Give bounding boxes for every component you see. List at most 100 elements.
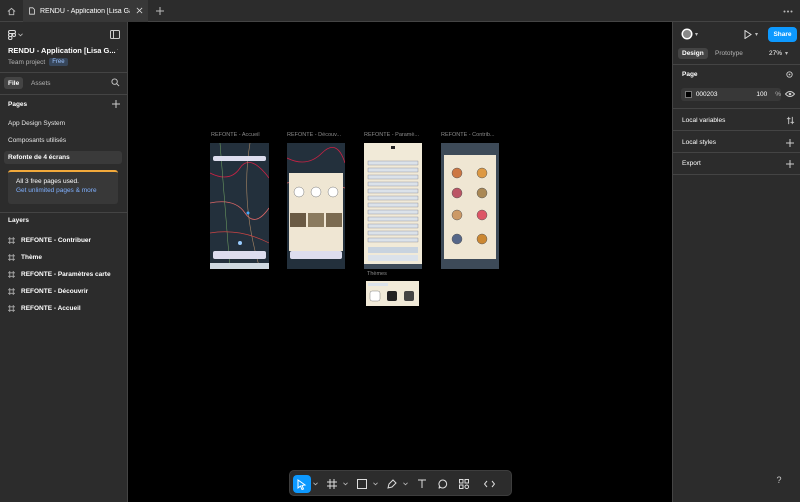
question-icon: ? <box>776 475 782 485</box>
pages-heading: Pages <box>8 101 28 108</box>
chevron-down-icon[interactable] <box>313 481 318 486</box>
comment-tool-button[interactable] <box>434 475 452 493</box>
page-color-field[interactable]: 000203 100 % <box>681 88 781 101</box>
chevron-down-icon[interactable] <box>343 481 348 486</box>
chevron-down-icon[interactable] <box>403 481 408 486</box>
share-button[interactable]: Share <box>768 27 797 42</box>
avatar-button[interactable]: ▾ <box>681 28 698 40</box>
title-bar: RENDU - Application [Lisa Gadea] <box>0 0 800 22</box>
project-title[interactable]: RENDU - Application [Lisa G... ▾ <box>8 46 118 55</box>
dev-mode-toggle[interactable] <box>480 475 498 493</box>
components-icon <box>459 479 469 489</box>
team-info: Team project Free <box>8 58 68 66</box>
tab-assets[interactable]: Assets <box>31 77 51 89</box>
contribute-thumbnail <box>441 143 499 269</box>
plus-icon <box>786 160 794 168</box>
variables-icon[interactable] <box>786 116 795 127</box>
main-menu-button[interactable] <box>8 30 23 40</box>
divider <box>673 64 800 65</box>
canvas[interactable]: REFONTE - Accueil REFONTE - Découv... RE… <box>129 22 672 502</box>
layer-item[interactable]: REFONTE - Découvrir <box>8 285 88 297</box>
add-export-button[interactable] <box>785 159 795 169</box>
layer-item[interactable]: REFONTE - Paramètres carte <box>8 268 111 280</box>
divider <box>673 130 800 131</box>
frame-icon <box>8 304 15 312</box>
sidebar-toggle-icon[interactable] <box>110 30 120 41</box>
frame-icon <box>327 479 337 489</box>
plus-icon <box>786 139 794 147</box>
frame-icon <box>8 253 15 261</box>
tab-design[interactable]: Design <box>678 48 708 59</box>
help-button[interactable]: ? <box>773 473 785 487</box>
file-tab[interactable]: RENDU - Application [Lisa Gadea] <box>23 0 148 22</box>
left-panel: RENDU - Application [Lisa G... ▾ Team pr… <box>0 22 128 502</box>
divider <box>0 72 128 73</box>
file-icon <box>29 7 35 15</box>
layer-item[interactable]: REFONTE - Accueil <box>8 302 81 314</box>
avatar <box>681 28 693 40</box>
frame-themes[interactable] <box>366 281 419 306</box>
frame-label[interactable]: REFONTE - Découv... <box>287 132 341 138</box>
text-tool-button[interactable] <box>413 475 431 493</box>
tab-title: RENDU - Application [Lisa Gadea] <box>40 7 130 15</box>
eye-icon[interactable] <box>784 90 796 100</box>
divider <box>0 212 128 213</box>
frame-parametres[interactable] <box>364 143 422 269</box>
layer-item[interactable]: Thème <box>8 251 42 263</box>
frame-label[interactable]: REFONTE - Contrib... <box>441 132 494 138</box>
map-thumbnail <box>210 143 269 269</box>
frame-tool-button[interactable] <box>323 475 341 493</box>
zoom-dropdown[interactable]: 27% ▾ <box>769 48 788 59</box>
plus-icon[interactable] <box>155 6 165 16</box>
color-swatch[interactable] <box>685 91 692 98</box>
frame-label[interactable]: REFONTE - Paramè... <box>364 132 419 138</box>
more-icon[interactable] <box>782 6 794 16</box>
move-tool-button[interactable] <box>293 475 311 493</box>
upsell-text: All 3 free pages used. <box>16 178 79 185</box>
divider <box>673 174 800 175</box>
color-opacity[interactable]: 100 <box>754 91 767 98</box>
home-button[interactable] <box>0 0 22 22</box>
export-heading[interactable]: Export <box>682 160 701 167</box>
search-icon[interactable] <box>111 78 120 89</box>
divider <box>673 108 800 109</box>
home-icon <box>7 7 15 15</box>
close-icon[interactable] <box>135 6 144 15</box>
figma-logo-icon <box>8 30 16 40</box>
frame-contribuer[interactable] <box>441 143 499 269</box>
layer-label: REFONTE - Accueil <box>21 304 81 312</box>
frame-label[interactable]: REFONTE - Accueil <box>211 132 260 138</box>
right-panel: ▾ ▾ Share Design Prototype 27% ▾ Page 00… <box>672 22 800 502</box>
upsell-link[interactable]: Get unlimited pages & more <box>16 187 110 194</box>
page-item[interactable]: App Design System <box>4 117 122 130</box>
tab-prototype[interactable]: Prototype <box>715 48 743 59</box>
page-settings-icon[interactable] <box>785 70 794 81</box>
frame-icon <box>8 270 15 278</box>
local-variables[interactable]: Local variables <box>682 117 725 124</box>
settings-thumbnail <box>364 143 422 269</box>
frame-label[interactable]: Thèmes <box>367 271 387 277</box>
page-item-active[interactable]: Refonte de 4 écrans <box>4 151 122 164</box>
components-button[interactable] <box>455 475 473 493</box>
zoom-level: 27% <box>769 50 783 57</box>
layer-label: REFONTE - Découvrir <box>21 287 89 295</box>
page-item[interactable]: Composants utilisés <box>4 134 122 147</box>
shape-tool-button[interactable] <box>353 475 371 493</box>
add-style-button[interactable] <box>785 138 795 148</box>
local-styles[interactable]: Local styles <box>682 139 716 146</box>
frame-accueil[interactable] <box>210 143 269 269</box>
divider <box>673 152 800 153</box>
cursor-icon <box>297 478 307 490</box>
color-hex[interactable]: 000203 <box>696 91 750 98</box>
divider <box>0 94 128 95</box>
pen-tool-button[interactable] <box>383 475 401 493</box>
present-button[interactable]: ▾ <box>744 30 758 39</box>
chevron-down-icon[interactable] <box>373 481 378 486</box>
tab-file[interactable]: File <box>4 77 24 89</box>
layer-label: REFONTE - Paramètres carte <box>21 270 111 278</box>
comment-icon <box>438 479 448 489</box>
page-heading: Page <box>682 71 698 78</box>
add-page-button[interactable] <box>111 99 121 109</box>
layer-item[interactable]: REFONTE - Contribuer <box>8 234 91 246</box>
frame-decouvrir[interactable] <box>287 143 345 269</box>
